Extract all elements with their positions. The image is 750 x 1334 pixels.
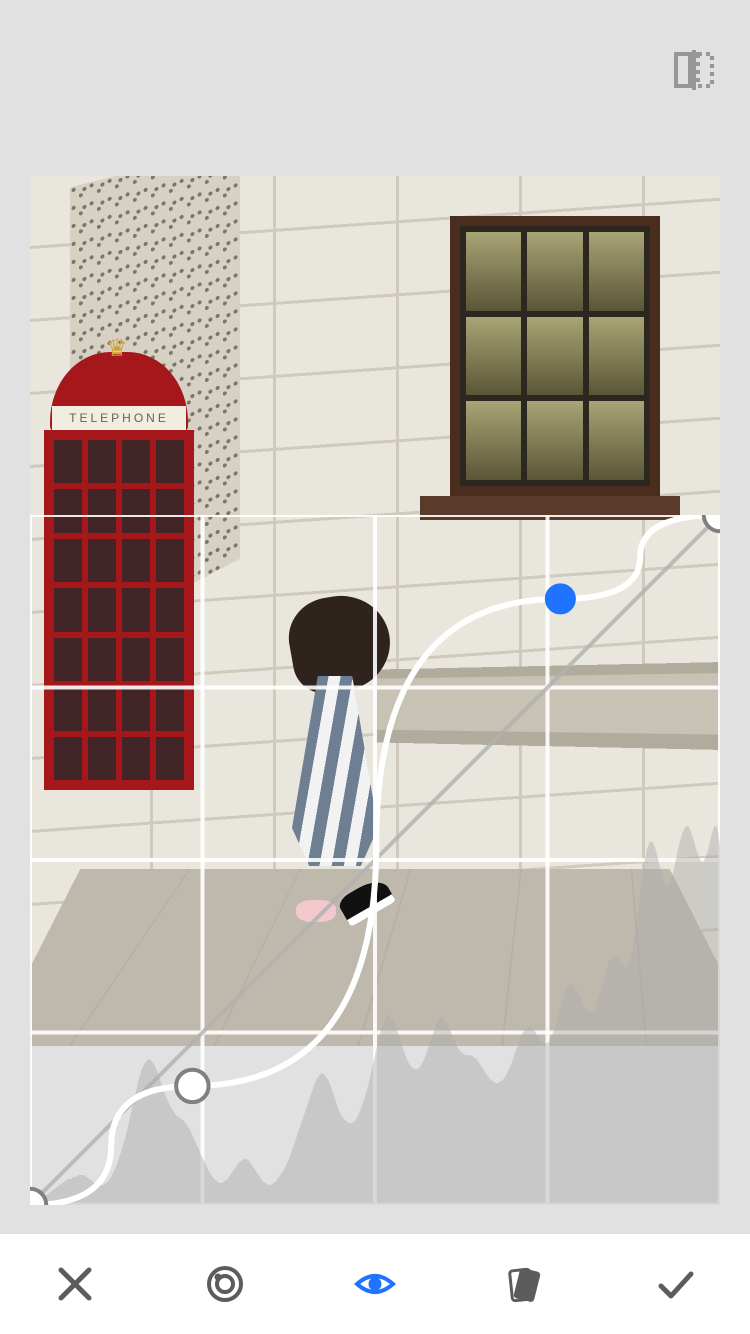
curve-point[interactable] (176, 1070, 208, 1102)
apply-button[interactable] (647, 1256, 703, 1312)
channel-button[interactable] (197, 1256, 253, 1312)
lens-icon (203, 1262, 247, 1306)
bottom-toolbar (0, 1234, 750, 1334)
eye-icon (353, 1262, 397, 1306)
preview-button[interactable] (347, 1256, 403, 1312)
compare-icon (670, 46, 718, 94)
photo-window (450, 216, 660, 496)
cancel-button[interactable] (47, 1256, 103, 1312)
compare-button[interactable] (670, 46, 718, 94)
top-bar (0, 0, 750, 140)
curve-point-selected[interactable] (547, 585, 574, 612)
presets-button[interactable] (497, 1256, 553, 1312)
phonebox-label: TELEPHONE (52, 406, 186, 430)
close-icon (53, 1262, 97, 1306)
card-icon (503, 1262, 547, 1306)
curves-overlay[interactable] (30, 515, 720, 1205)
curves-svg[interactable] (30, 515, 720, 1205)
check-icon (653, 1262, 697, 1306)
